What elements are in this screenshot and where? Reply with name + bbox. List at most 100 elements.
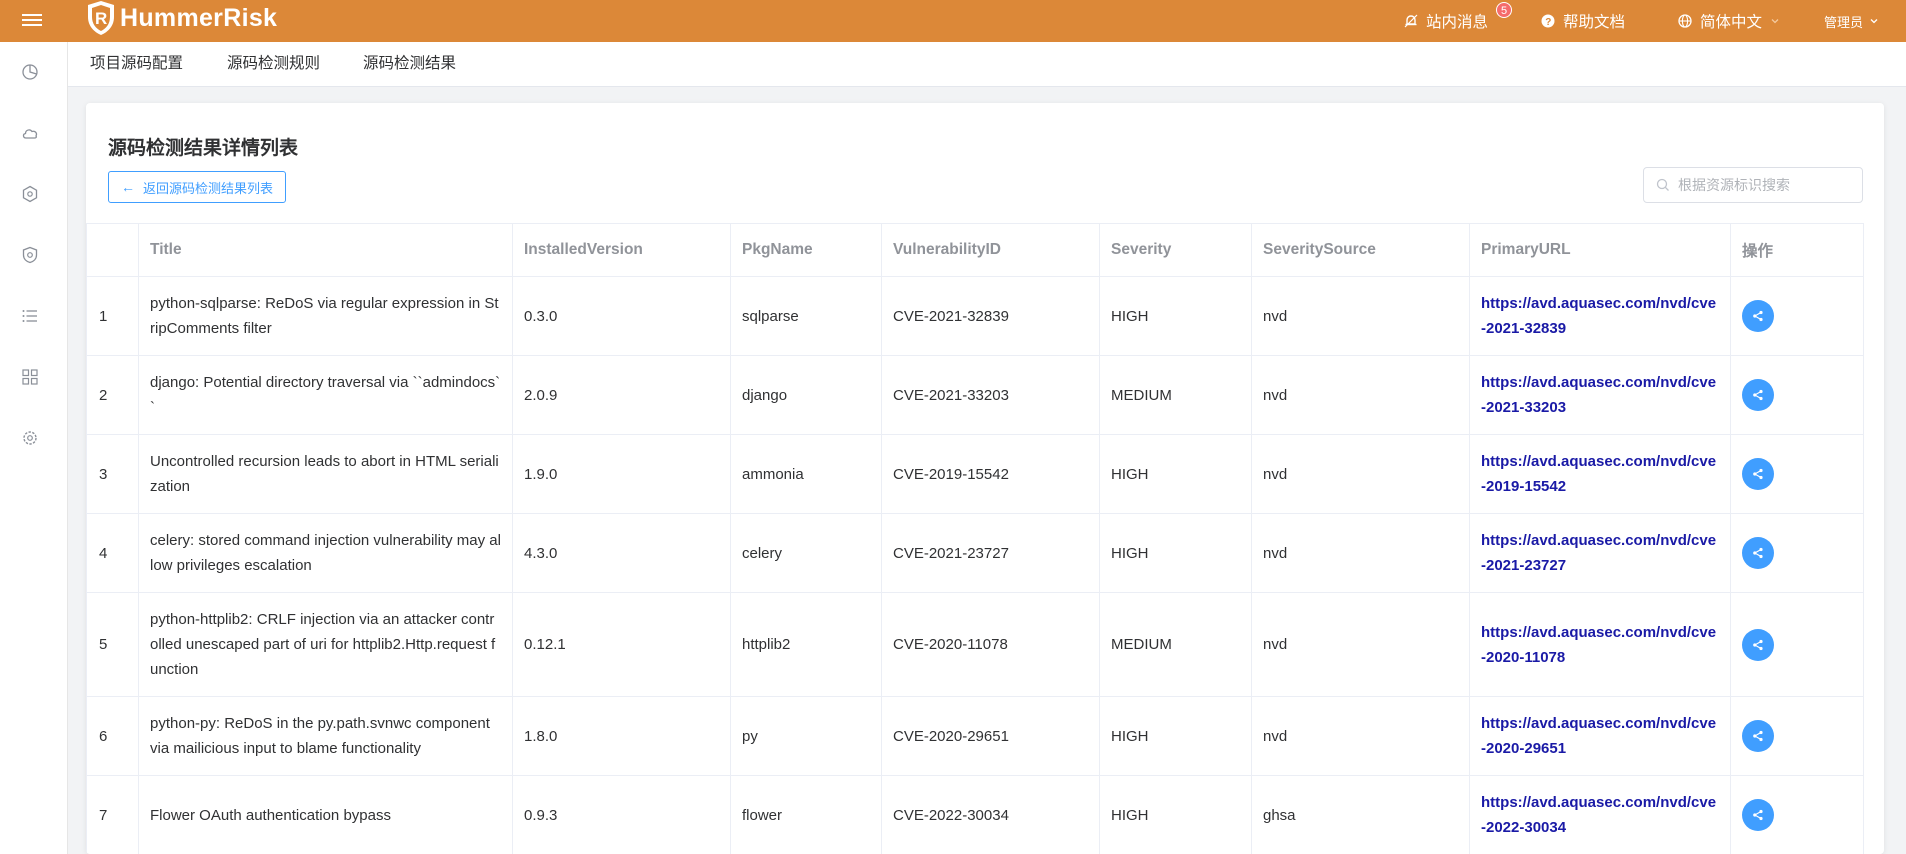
row-primary-url-cell: https://avd.aquasec.com/nvd/cve-2020-110…	[1469, 592, 1731, 697]
search-icon	[1656, 178, 1669, 191]
row-index: 3	[86, 434, 139, 514]
globe-icon	[1678, 14, 1692, 28]
primary-url-link[interactable]: https://avd.aquasec.com/nvd/cve-2021-332…	[1481, 374, 1716, 416]
search-input[interactable]	[1676, 176, 1860, 194]
row-installed-version: 0.12.1	[512, 592, 731, 697]
tab-source-detection-results[interactable]: 源码检测结果	[363, 42, 456, 86]
cloud-icon[interactable]	[21, 124, 39, 142]
help-icon: ?	[1541, 14, 1555, 28]
share-button[interactable]	[1742, 300, 1774, 332]
column-header-primary-url[interactable]: PrimaryURL	[1469, 223, 1731, 277]
row-vulnerability-id: CVE-2020-11078	[881, 592, 1100, 697]
tab-project-source-config[interactable]: 项目源码配置	[90, 42, 183, 86]
cluster-icon[interactable]	[21, 185, 39, 203]
row-vulnerability-id: CVE-2021-33203	[881, 355, 1100, 435]
share-icon	[1753, 639, 1763, 650]
share-button[interactable]	[1742, 537, 1774, 569]
row-title: celery: stored command injection vulnera…	[138, 513, 513, 593]
column-header-severity-source[interactable]: SeveritySource	[1251, 223, 1470, 277]
row-actions	[1730, 513, 1864, 593]
chevron-down-icon	[1771, 19, 1779, 24]
row-pkg-name: django	[730, 355, 882, 435]
row-title: Uncontrolled recursion leads to abort in…	[138, 434, 513, 514]
row-actions	[1730, 696, 1864, 776]
row-title: python-httplib2: CRLF injection via an a…	[138, 592, 513, 697]
row-severity-source: nvd	[1251, 355, 1470, 435]
row-actions	[1730, 276, 1864, 356]
language-selector[interactable]: 简体中文	[1678, 0, 1788, 42]
svg-text:R: R	[95, 9, 107, 28]
row-vulnerability-id: CVE-2019-15542	[881, 434, 1100, 514]
search-field[interactable]	[1643, 167, 1863, 203]
row-index: 6	[86, 696, 139, 776]
logo-shield-icon: R	[88, 1, 114, 35]
column-header-vulnerability-id[interactable]: VulnerabilityID	[881, 223, 1100, 277]
share-icon	[1753, 389, 1763, 401]
primary-url-link[interactable]: https://avd.aquasec.com/nvd/cve-2021-237…	[1481, 532, 1716, 574]
bell-icon	[1404, 14, 1418, 28]
row-severity: HIGH	[1099, 775, 1252, 854]
sub-nav-tabs: 项目源码配置 源码检测规则 源码检测结果	[68, 42, 1906, 87]
row-primary-url-cell: https://avd.aquasec.com/nvd/cve-2022-300…	[1469, 775, 1731, 854]
share-button[interactable]	[1742, 458, 1774, 490]
shield-icon[interactable]	[21, 246, 39, 264]
help-docs-link[interactable]: ? 帮助文档	[1541, 0, 1625, 42]
user-label: 管理员	[1824, 14, 1864, 30]
row-primary-url-cell: https://avd.aquasec.com/nvd/cve-2021-332…	[1469, 355, 1731, 435]
row-primary-url-cell: https://avd.aquasec.com/nvd/cve-2021-237…	[1469, 513, 1731, 593]
help-label: 帮助文档	[1563, 14, 1626, 31]
sidebar	[0, 42, 68, 854]
list-icon[interactable]	[21, 307, 39, 325]
row-vulnerability-id: CVE-2020-29651	[881, 696, 1100, 776]
app-logo[interactable]: R HummerRisk	[86, 0, 277, 36]
notifications-link[interactable]: 站内消息 5	[1404, 0, 1512, 42]
table-header-row: Title InstalledVersion PkgName Vulnerabi…	[86, 223, 1864, 277]
row-severity: MEDIUM	[1099, 355, 1252, 435]
row-severity: MEDIUM	[1099, 592, 1252, 697]
dashboard-icon[interactable]	[21, 63, 39, 81]
column-header-severity[interactable]: Severity	[1099, 223, 1252, 277]
row-actions	[1730, 775, 1864, 854]
row-severity-source: nvd	[1251, 276, 1470, 356]
share-button[interactable]	[1742, 720, 1774, 752]
results-card: 源码检测结果详情列表 ← 返回源码检测结果列表 Title InstalledV…	[86, 103, 1884, 854]
row-title: python-sqlparse: ReDoS via regular expre…	[138, 276, 513, 356]
primary-url-link[interactable]: https://avd.aquasec.com/nvd/cve-2019-155…	[1481, 453, 1716, 495]
primary-url-link[interactable]: https://avd.aquasec.com/nvd/cve-2020-296…	[1481, 715, 1716, 757]
table-row: 7 Flower OAuth authentication bypass 0.9.3…	[86, 775, 1864, 854]
column-header-installed-version[interactable]: InstalledVersion	[512, 223, 731, 277]
row-pkg-name: celery	[730, 513, 882, 593]
primary-url-link[interactable]: https://avd.aquasec.com/nvd/cve-2022-300…	[1481, 794, 1716, 836]
user-menu[interactable]: 管理员	[1824, 0, 1887, 42]
share-button[interactable]	[1742, 628, 1774, 661]
row-severity-source: nvd	[1251, 513, 1470, 593]
tab-source-detection-rules[interactable]: 源码检测规则	[227, 42, 320, 86]
row-severity: HIGH	[1099, 696, 1252, 776]
back-button-label: 返回源码检测结果列表	[142, 180, 273, 196]
back-to-results-button[interactable]: ← 返回源码检测结果列表	[108, 171, 286, 203]
grid-icon[interactable]	[21, 368, 39, 386]
column-header-pkg-name[interactable]: PkgName	[730, 223, 882, 277]
primary-url-link[interactable]: https://avd.aquasec.com/nvd/cve-2020-110…	[1481, 624, 1716, 666]
primary-url-link[interactable]: https://avd.aquasec.com/nvd/cve-2021-328…	[1481, 295, 1716, 337]
menu-toggle-icon[interactable]	[22, 11, 42, 31]
row-primary-url-cell: https://avd.aquasec.com/nvd/cve-2019-155…	[1469, 434, 1731, 514]
row-severity-source: nvd	[1251, 592, 1470, 697]
column-header-index	[86, 223, 139, 277]
row-primary-url-cell: https://avd.aquasec.com/nvd/cve-2021-328…	[1469, 276, 1731, 356]
row-actions	[1730, 434, 1864, 514]
row-index: 2	[86, 355, 139, 435]
row-index: 4	[86, 513, 139, 593]
settings-icon[interactable]	[21, 429, 39, 447]
share-icon	[1753, 310, 1763, 322]
share-button[interactable]	[1742, 799, 1774, 831]
share-icon	[1753, 809, 1763, 821]
table-row: 5 python-httplib2: CRLF injection via an …	[86, 592, 1864, 697]
share-button[interactable]	[1742, 379, 1774, 411]
row-index: 1	[86, 276, 139, 356]
column-header-actions: 操作	[1730, 223, 1864, 277]
language-label: 简体中文	[1700, 14, 1763, 31]
user-chevron-down-icon	[1870, 19, 1878, 24]
share-icon	[1753, 730, 1763, 742]
column-header-title[interactable]: Title	[138, 223, 513, 277]
